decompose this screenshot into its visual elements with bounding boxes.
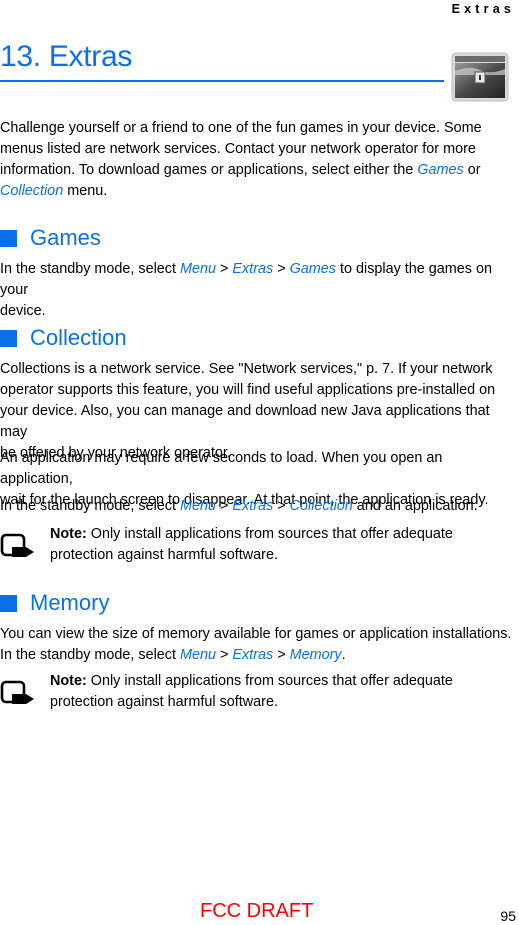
heading-bullet-icon [0,229,17,247]
intro-paragraph: Challenge yourself or a friend to one of… [0,120,482,199]
menu-link[interactable]: Menu [180,647,216,663]
games-link[interactable]: Games [417,162,463,178]
note-text: Note: Only install applications from sou… [50,673,453,710]
chapter-rule [0,80,444,82]
heading-bullet-icon [0,329,17,347]
note-text: Note: Only install applications from sou… [50,526,453,563]
note-hand-icon [0,533,34,557]
fcc-draft-label: FCC DRAFT [200,900,314,922]
chapter-title: 13. Extras [0,40,133,73]
extras-link[interactable]: Extras [232,261,273,277]
memory-menu-link[interactable]: Memory [290,647,342,663]
running-head: Extras [451,2,515,16]
collection-paragraph-3: In the standby mode, select Menu > Extra… [0,498,478,514]
menu-link[interactable]: Menu [180,261,216,277]
collection-link[interactable]: Collection [0,183,63,199]
extras-link[interactable]: Extras [232,498,273,514]
games-paragraph: In the standby mode, select Menu > Extra… [0,261,492,319]
extras-link[interactable]: Extras [232,647,273,663]
treasure-chest-icon [451,52,509,102]
page-number: 95 [500,908,516,924]
section-heading-collection: Collection [0,325,127,351]
collection-menu-link[interactable]: Collection [290,498,353,514]
heading-bullet-icon [0,594,17,612]
note-hand-icon [0,680,34,704]
games-menu-link[interactable]: Games [290,261,336,277]
menu-link[interactable]: Menu [180,498,216,514]
section-heading-memory: Memory [0,590,109,616]
memory-paragraph: You can view the size of memory availabl… [0,626,512,663]
section-heading-games: Games [0,225,101,251]
